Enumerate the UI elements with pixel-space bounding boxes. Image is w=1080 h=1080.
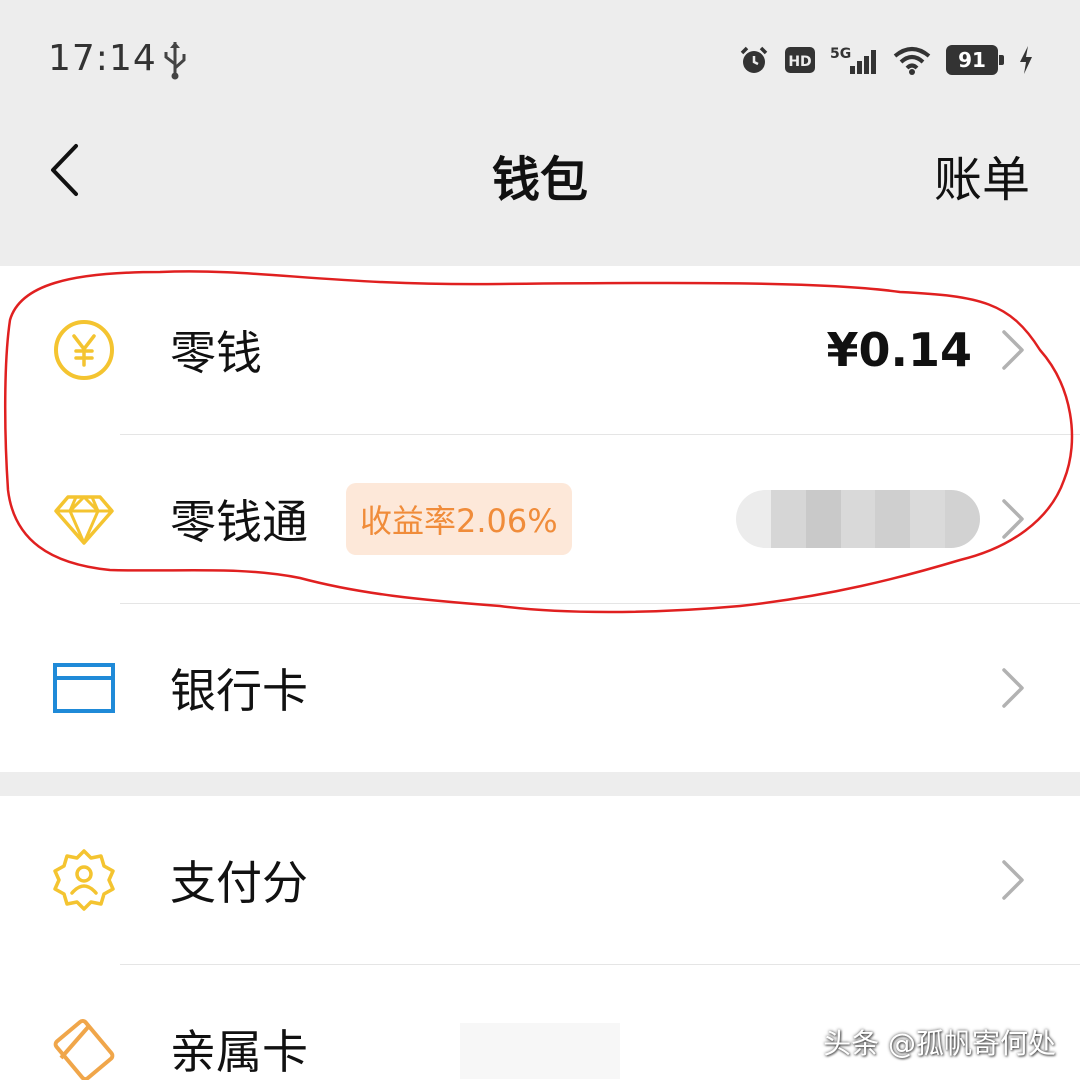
row-balance[interactable]: 零钱 ¥0.14 xyxy=(0,266,1080,434)
diamond-icon xyxy=(50,485,118,553)
chevron-right-icon xyxy=(1002,668,1024,708)
back-button[interactable] xyxy=(30,135,100,205)
row-label-balance-plus: 零钱通 xyxy=(170,495,308,549)
chevron-right-icon xyxy=(1002,499,1024,539)
blurred-amount xyxy=(736,490,980,548)
blurred-patch xyxy=(460,1023,620,1079)
chevron-left-icon xyxy=(51,144,78,196)
watermark: 头条 @孤帆寄何处 xyxy=(823,1027,1056,1060)
nav-bar: 钱包 账单 xyxy=(0,120,1080,260)
row-label-family-card: 亲属卡 xyxy=(170,1025,308,1079)
row-label-balance: 零钱 xyxy=(170,326,262,380)
battery-level: 91 xyxy=(946,45,998,75)
hd-icon: HD xyxy=(785,47,815,73)
wallet-group: 零钱 ¥0.14 零钱通 收益率2.06% 银行卡 xyxy=(0,266,1080,772)
row-balance-plus[interactable]: 零钱通 收益率2.06% xyxy=(0,435,1080,603)
row-credit-score[interactable]: 支付分 xyxy=(0,796,1080,964)
balance-amount: ¥0.14 xyxy=(826,323,972,377)
bank-card-icon xyxy=(50,654,118,722)
signal-5g-icon: 5G xyxy=(830,46,876,74)
status-time: 17:14 xyxy=(48,38,157,79)
page-title: 钱包 xyxy=(491,152,588,208)
svg-text:5G: 5G xyxy=(830,46,851,62)
family-card-icon xyxy=(50,1015,118,1080)
wifi-icon xyxy=(893,47,931,75)
row-bank-card[interactable]: 银行卡 xyxy=(0,604,1080,772)
status-icons: HD 5G 91 xyxy=(738,40,1034,80)
yuan-coin-icon xyxy=(50,316,118,384)
bill-button[interactable]: 账单 xyxy=(934,140,1030,210)
chevron-right-icon xyxy=(1002,860,1024,900)
row-label-bank-card: 银行卡 xyxy=(170,664,308,718)
alarm-icon xyxy=(740,46,768,73)
yield-badge: 收益率2.06% xyxy=(346,483,572,555)
chevron-right-icon xyxy=(1002,330,1024,370)
battery-icon: 91 xyxy=(946,45,1004,75)
charging-icon xyxy=(1020,46,1032,74)
svg-text:HD: HD xyxy=(788,54,811,70)
row-label-credit-score: 支付分 xyxy=(170,856,308,910)
status-bar: 17:14 HD 5G 91 xyxy=(0,0,1080,120)
usb-icon xyxy=(164,42,186,80)
credit-score-badge-icon xyxy=(50,846,118,914)
